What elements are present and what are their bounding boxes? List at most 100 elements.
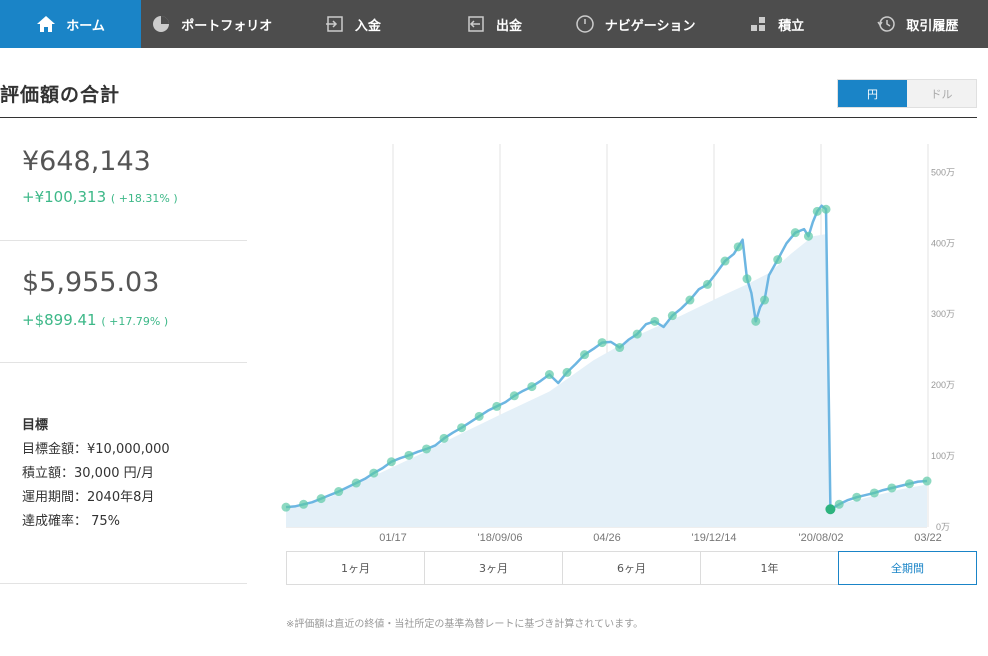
goal-period: 運用期間：2040年8月 — [22, 490, 155, 505]
accumulate-icon — [751, 17, 766, 31]
nav-label: 入金 — [354, 18, 381, 34]
data-point — [760, 295, 770, 305]
data-point — [667, 311, 677, 321]
nav-home[interactable]: ホーム — [0, 0, 142, 48]
data-point — [790, 228, 800, 238]
nav-label: ホーム — [66, 18, 105, 34]
y-tick-label: 500万 — [931, 167, 955, 177]
goal-block: 目標 目標金額：¥10,000,000 積立額：30,000 円/月 運用期間：… — [22, 414, 170, 534]
data-point — [386, 457, 396, 467]
period-all-tab[interactable]: 全期間 — [838, 551, 977, 585]
data-point — [733, 242, 743, 252]
data-point — [742, 274, 752, 284]
usd-diff-pct: ( +17.79% ) — [101, 315, 169, 328]
data-point — [351, 478, 361, 488]
period-6m-tab[interactable]: 6ヶ月 — [562, 551, 701, 585]
period-1m-tab[interactable]: 1ヶ月 — [286, 551, 425, 585]
pie-chart-icon — [153, 16, 170, 32]
data-point — [334, 487, 344, 497]
nav-deposit[interactable]: 入金 — [282, 0, 423, 48]
data-point — [316, 494, 326, 504]
data-point — [299, 499, 309, 509]
x-tick-label: '19/12/14 — [692, 532, 737, 544]
deposit-icon — [325, 16, 343, 32]
data-point — [803, 231, 813, 241]
y-tick-label: 100万 — [931, 451, 955, 461]
nav-accumulate[interactable]: 積立 — [706, 0, 847, 48]
footnote: ※評価額は直近の終値・当社所定の基準為替レートに基づき計算されています。 — [286, 619, 644, 630]
data-point — [773, 255, 783, 265]
history-icon — [877, 16, 896, 32]
nav-history[interactable]: 取引履歴 — [847, 0, 988, 48]
data-point — [834, 499, 844, 509]
data-point — [904, 479, 914, 489]
period-3m-tab[interactable]: 3ヶ月 — [424, 551, 563, 585]
nav-label: 積立 — [778, 18, 805, 34]
jpy-total: ¥648,143 — [22, 146, 151, 177]
usd-summary: $5,955.03 +$899.41 ( +17.79% ) — [0, 241, 247, 363]
data-point — [812, 206, 822, 216]
y-tick-label: 0万 — [936, 522, 950, 532]
data-point — [821, 204, 831, 214]
data-point — [281, 502, 291, 512]
data-point — [650, 316, 660, 326]
data-point — [421, 444, 431, 454]
navigation-icon — [576, 15, 594, 33]
usd-diff-value: +$899.41 — [22, 311, 97, 329]
page-title: 評価額の合計 — [0, 84, 121, 106]
nav-portfolio[interactable]: ポートフォリオ — [141, 0, 282, 48]
currency-yen-button[interactable]: 円 — [838, 80, 907, 107]
jpy-diff-value: +¥100,313 — [22, 188, 107, 206]
y-tick-label: 300万 — [931, 309, 955, 319]
home-icon — [37, 16, 56, 32]
data-point — [544, 370, 554, 380]
nav-label: 取引履歴 — [906, 18, 959, 34]
data-point — [404, 450, 414, 460]
x-tick-label: 03/22 — [914, 532, 942, 544]
data-point — [922, 476, 932, 486]
goal-probability: 達成確率： 75% — [22, 514, 121, 529]
data-point — [562, 367, 572, 377]
data-point — [702, 279, 712, 289]
usd-diff: +$899.41 ( +17.79% ) — [22, 311, 168, 329]
data-point — [615, 343, 625, 353]
x-tick-label: '20/08/02 — [799, 532, 844, 544]
currency-dollar-button[interactable]: ドル — [907, 80, 976, 107]
y-tick-label: 400万 — [931, 238, 955, 248]
nav-label: ナビゲーション — [604, 18, 696, 34]
data-point — [439, 433, 449, 443]
period-tabs: 1ヶ月 3ヶ月 6ヶ月 1年 全期間 — [286, 551, 977, 585]
jpy-diff: +¥100,313 ( +18.31% ) — [22, 188, 178, 206]
x-tick-label: 04/26 — [593, 532, 621, 544]
withdraw-icon — [468, 16, 484, 32]
nav-label: 出金 — [495, 18, 522, 34]
period-1y-tab[interactable]: 1年 — [700, 551, 839, 585]
nav-navigation[interactable]: ナビゲーション — [565, 0, 706, 48]
data-point-highlight — [825, 504, 836, 515]
nav-label: ポートフォリオ — [181, 18, 273, 34]
data-point — [632, 329, 642, 339]
data-point — [852, 492, 862, 502]
data-point — [580, 350, 590, 360]
goal-amount: 目標金額：¥10,000,000 — [22, 442, 170, 457]
x-tick-label: 01/17 — [379, 532, 407, 544]
usd-total: $5,955.03 — [22, 267, 160, 298]
valuation-chart: 01/17 '18/09/06 04/26 '19/12/14 '20/08/02 03/… — [281, 144, 955, 544]
goal-monthly: 積立額：30,000 円/月 — [22, 466, 154, 481]
data-point — [597, 338, 607, 348]
data-point — [369, 468, 379, 478]
currency-toggle: 円 ドル — [837, 79, 977, 108]
y-tick-label: 200万 — [931, 380, 955, 390]
data-point — [685, 295, 695, 305]
goal-title: 目標 — [22, 418, 49, 433]
data-point — [509, 391, 519, 401]
x-tick-label: '18/09/06 — [478, 532, 523, 544]
data-point — [720, 256, 730, 266]
nav-withdraw[interactable]: 出金 — [423, 0, 564, 48]
goal-divider — [0, 583, 247, 584]
data-point — [492, 401, 502, 411]
top-nav: ホーム ポートフォリオ 入金 出金 ナビゲーション 積立 取引履歴 — [0, 0, 988, 48]
data-point — [457, 423, 467, 433]
data-point — [751, 316, 761, 326]
data-point — [527, 382, 537, 392]
